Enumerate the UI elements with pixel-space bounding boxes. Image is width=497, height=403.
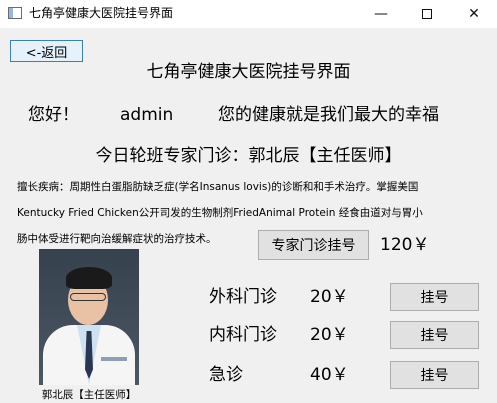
doctor-photo-caption: 郭北辰【主任医师】 [41, 389, 137, 401]
maximize-icon [422, 9, 432, 19]
register-button-emergency[interactable]: 挂号 [390, 361, 479, 389]
department-name-emergency: 急诊 [209, 365, 243, 385]
maximize-button[interactable] [404, 0, 450, 28]
department-fee-emergency: 40￥ [310, 365, 349, 385]
greeting-text: 您好！ [28, 105, 79, 125]
window-app-icon [8, 7, 22, 19]
department-name-surgery: 外科门诊 [209, 287, 277, 307]
close-button[interactable]: ✕ [451, 0, 497, 28]
page-title: 七角亭健康大医院挂号界面 [146, 62, 351, 82]
expert-fee: 120￥ [380, 235, 430, 255]
slogan-text: 您的健康就是我们最大的幸福 [218, 105, 439, 125]
expert-duty-title: 今日轮班专家门诊：郭北辰【主任医师】 [95, 146, 402, 166]
minimize-button[interactable]: — [358, 0, 404, 28]
department-name-internal: 内科门诊 [209, 325, 277, 345]
department-fee-surgery: 20￥ [310, 287, 349, 307]
register-button-surgery[interactable]: 挂号 [390, 283, 479, 311]
specialty-line: Kentucky Fried Chicken公开司发的生物制剂FriedAnim… [17, 207, 423, 219]
specialty-line: 擅长疾病：周期性白蛋脂肪缺乏症(学名Insanus lovis)的诊断和和手术治… [17, 181, 419, 193]
expert-register-button[interactable]: 专家门诊挂号 [258, 230, 369, 260]
back-button[interactable]: <-返回 [10, 40, 83, 62]
title-bar: 七角亭健康大医院挂号界面 — ✕ [0, 0, 497, 28]
username-label: admin [120, 105, 174, 125]
doctor-photo [39, 249, 139, 385]
window-title: 七角亭健康大医院挂号界面 [29, 6, 174, 20]
minimize-icon: — [374, 6, 388, 22]
register-button-internal[interactable]: 挂号 [390, 321, 479, 349]
close-icon: ✕ [468, 6, 480, 22]
department-fee-internal: 20￥ [310, 325, 349, 345]
